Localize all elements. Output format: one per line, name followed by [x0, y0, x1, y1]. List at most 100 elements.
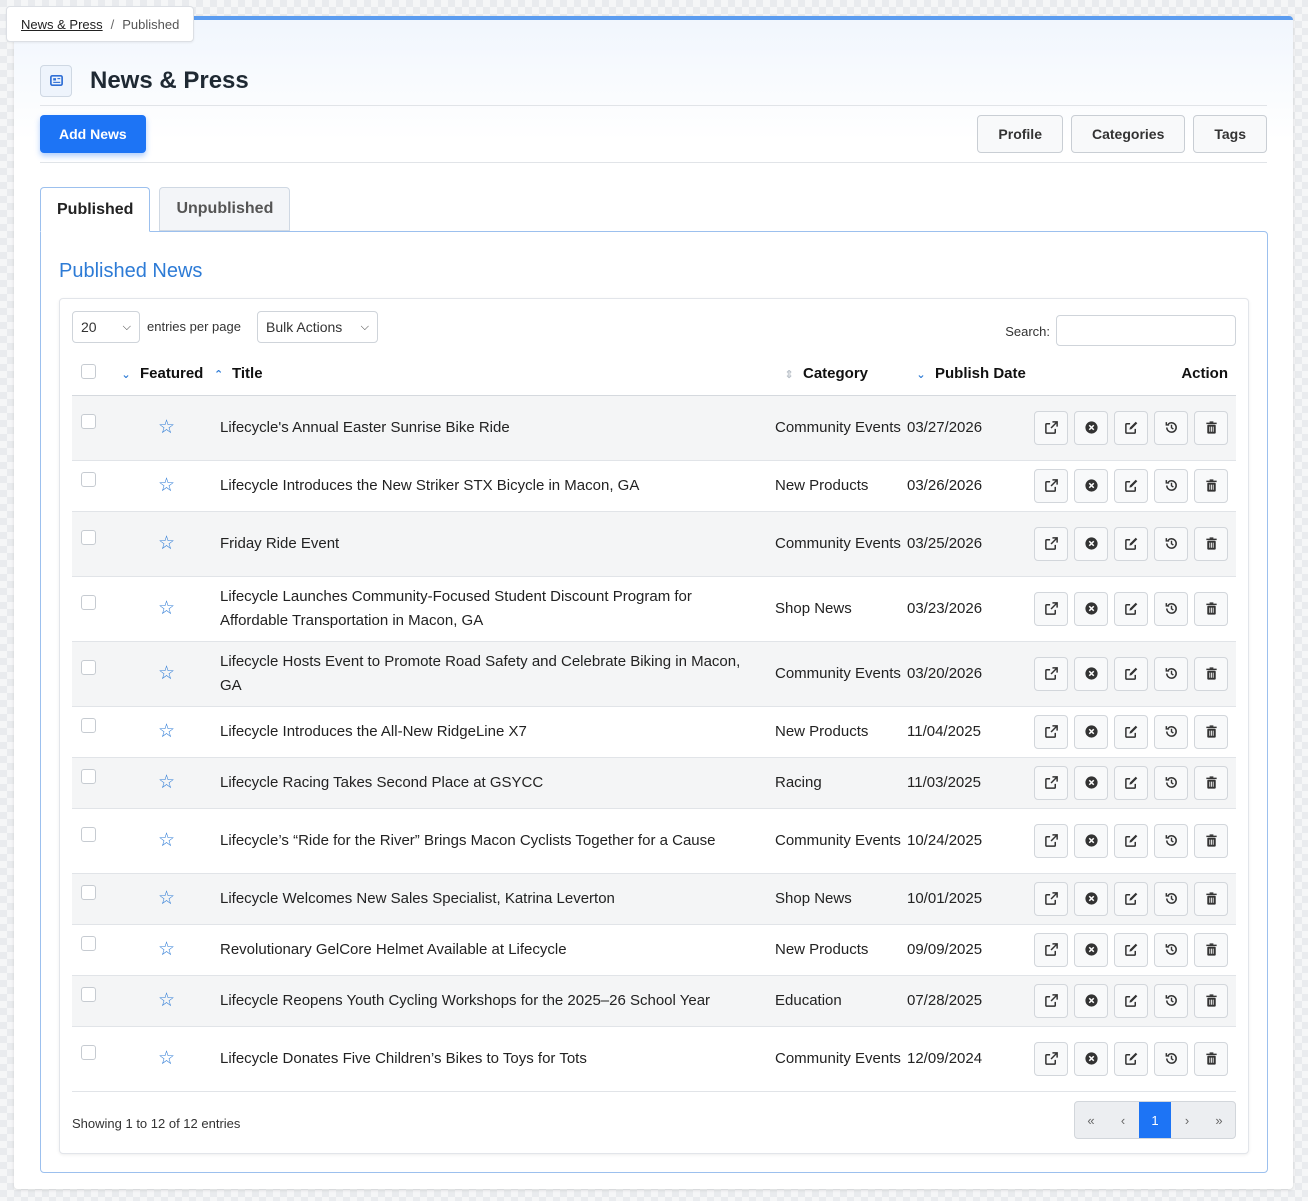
row-checkbox[interactable] — [81, 414, 96, 429]
external-link-icon[interactable] — [1034, 656, 1068, 691]
edit-icon[interactable] — [1114, 526, 1148, 561]
edit-icon[interactable] — [1114, 591, 1148, 626]
per-page-select[interactable]: 20 ⌵ — [72, 311, 140, 343]
external-link-icon[interactable] — [1034, 526, 1068, 561]
external-link-icon[interactable] — [1034, 468, 1068, 503]
tags-button[interactable]: Tags — [1193, 115, 1267, 153]
history-icon[interactable] — [1154, 983, 1188, 1018]
unpublish-icon[interactable] — [1074, 526, 1108, 561]
star-icon[interactable]: ☆ — [112, 939, 175, 960]
trash-icon[interactable] — [1194, 468, 1228, 503]
featured-header[interactable]: ⌄ Featured — [112, 353, 220, 396]
edit-icon[interactable] — [1114, 1041, 1148, 1076]
external-link-icon[interactable] — [1034, 1041, 1068, 1076]
row-checkbox[interactable] — [81, 936, 96, 951]
unpublish-icon[interactable] — [1074, 765, 1108, 800]
row-checkbox[interactable] — [81, 718, 96, 733]
profile-button[interactable]: Profile — [977, 115, 1063, 153]
edit-icon[interactable] — [1114, 932, 1148, 967]
history-icon[interactable] — [1154, 765, 1188, 800]
edit-icon[interactable] — [1114, 983, 1148, 1018]
history-icon[interactable] — [1154, 526, 1188, 561]
edit-icon[interactable] — [1114, 765, 1148, 800]
search-input[interactable] — [1056, 315, 1236, 346]
trash-icon[interactable] — [1194, 591, 1228, 626]
last-page-button[interactable]: » — [1203, 1102, 1235, 1138]
page-1-button[interactable]: 1 — [1139, 1102, 1171, 1138]
history-icon[interactable] — [1154, 714, 1188, 749]
history-icon[interactable] — [1154, 656, 1188, 691]
row-checkbox[interactable] — [81, 1045, 96, 1060]
star-icon[interactable]: ☆ — [112, 772, 175, 793]
unpublish-icon[interactable] — [1074, 410, 1108, 445]
date-header[interactable]: ⌄ Publish Date — [907, 353, 1027, 396]
star-icon[interactable]: ☆ — [112, 533, 175, 554]
star-icon[interactable]: ☆ — [112, 990, 175, 1011]
bulk-actions-select[interactable]: Bulk Actions ⌵ — [257, 311, 378, 343]
unpublish-icon[interactable] — [1074, 591, 1108, 626]
row-checkbox[interactable] — [81, 827, 96, 842]
categories-button[interactable]: Categories — [1071, 115, 1186, 153]
history-icon[interactable] — [1154, 932, 1188, 967]
trash-icon[interactable] — [1194, 765, 1228, 800]
tab-unpublished[interactable]: Unpublished — [159, 187, 291, 231]
trash-icon[interactable] — [1194, 983, 1228, 1018]
external-link-icon[interactable] — [1034, 932, 1068, 967]
trash-icon[interactable] — [1194, 1041, 1228, 1076]
row-checkbox[interactable] — [81, 595, 96, 610]
row-checkbox[interactable] — [81, 472, 96, 487]
star-icon[interactable]: ☆ — [112, 663, 175, 684]
external-link-icon[interactable] — [1034, 410, 1068, 445]
unpublish-icon[interactable] — [1074, 983, 1108, 1018]
trash-icon[interactable] — [1194, 526, 1228, 561]
next-page-button[interactable]: › — [1171, 1102, 1203, 1138]
edit-icon[interactable] — [1114, 823, 1148, 858]
unpublish-icon[interactable] — [1074, 932, 1108, 967]
row-checkbox[interactable] — [81, 769, 96, 784]
external-link-icon[interactable] — [1034, 765, 1068, 800]
trash-icon[interactable] — [1194, 714, 1228, 749]
unpublish-icon[interactable] — [1074, 714, 1108, 749]
history-icon[interactable] — [1154, 1041, 1188, 1076]
star-icon[interactable]: ☆ — [112, 475, 175, 496]
external-link-icon[interactable] — [1034, 881, 1068, 916]
edit-icon[interactable] — [1114, 714, 1148, 749]
unpublish-icon[interactable] — [1074, 881, 1108, 916]
prev-page-button[interactable]: ‹ — [1107, 1102, 1139, 1138]
star-icon[interactable]: ☆ — [112, 598, 175, 619]
external-link-icon[interactable] — [1034, 591, 1068, 626]
star-icon[interactable]: ☆ — [112, 721, 175, 742]
add-news-button[interactable]: Add News — [40, 115, 146, 153]
trash-icon[interactable] — [1194, 932, 1228, 967]
select-all-checkbox[interactable] — [81, 364, 96, 380]
star-icon[interactable]: ☆ — [112, 1048, 175, 1069]
breadcrumb-news-link[interactable]: News & Press — [21, 17, 103, 32]
unpublish-icon[interactable] — [1074, 1041, 1108, 1076]
trash-icon[interactable] — [1194, 410, 1228, 445]
unpublish-icon[interactable] — [1074, 656, 1108, 691]
history-icon[interactable] — [1154, 468, 1188, 503]
unpublish-icon[interactable] — [1074, 823, 1108, 858]
edit-icon[interactable] — [1114, 656, 1148, 691]
tab-published[interactable]: Published — [40, 187, 151, 232]
history-icon[interactable] — [1154, 591, 1188, 626]
edit-icon[interactable] — [1114, 410, 1148, 445]
unpublish-icon[interactable] — [1074, 468, 1108, 503]
history-icon[interactable] — [1154, 823, 1188, 858]
external-link-icon[interactable] — [1034, 983, 1068, 1018]
first-page-button[interactable]: « — [1075, 1102, 1107, 1138]
row-checkbox[interactable] — [81, 660, 96, 675]
star-icon[interactable]: ☆ — [112, 888, 175, 909]
history-icon[interactable] — [1154, 410, 1188, 445]
star-icon[interactable]: ☆ — [112, 417, 175, 438]
title-header[interactable]: ⌃ Title — [214, 353, 775, 396]
history-icon[interactable] — [1154, 881, 1188, 916]
edit-icon[interactable] — [1114, 468, 1148, 503]
row-checkbox[interactable] — [81, 987, 96, 1002]
trash-icon[interactable] — [1194, 881, 1228, 916]
trash-icon[interactable] — [1194, 823, 1228, 858]
external-link-icon[interactable] — [1034, 714, 1068, 749]
external-link-icon[interactable] — [1034, 823, 1068, 858]
trash-icon[interactable] — [1194, 656, 1228, 691]
edit-icon[interactable] — [1114, 881, 1148, 916]
